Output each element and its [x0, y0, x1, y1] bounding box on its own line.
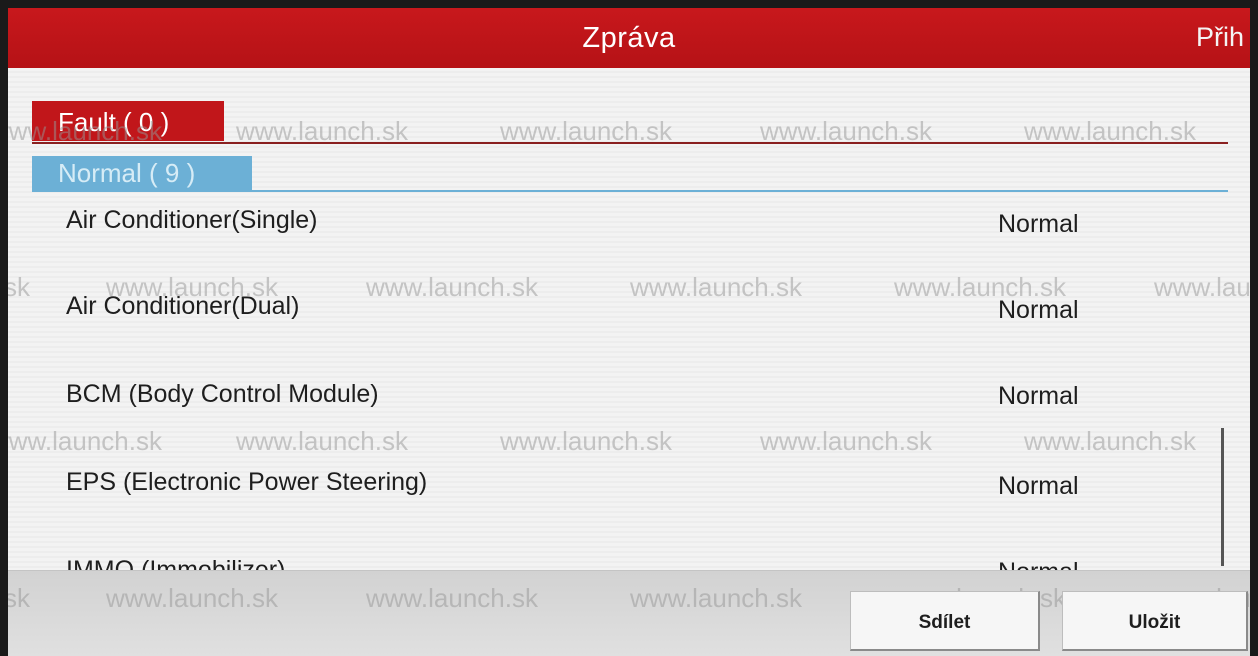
system-status: Normal [998, 558, 1079, 570]
system-name: Air Conditioner(Single) [66, 206, 318, 234]
system-status: Normal [998, 210, 1079, 238]
list-item[interactable]: EPS (Electronic Power Steering) Normal [8, 468, 1208, 528]
fault-divider [32, 142, 1228, 144]
watermark: www.launch.sk [106, 583, 278, 613]
list-scrollbar[interactable] [1221, 428, 1224, 566]
system-status: Normal [998, 382, 1079, 410]
bottom-toolbar: www.launch.sk www.launch.sk www.launch.s… [8, 570, 1250, 656]
system-status: Normal [998, 296, 1079, 324]
system-name: Air Conditioner(Dual) [66, 292, 300, 320]
watermark: www.launch.sk [8, 583, 30, 613]
page-title: Zpráva [582, 22, 676, 54]
watermark: www.launch.sk [630, 583, 802, 613]
report-screen: Zpráva Přih Fault ( 0 ) Normal ( 9 ) Air… [8, 8, 1250, 656]
system-name: EPS (Electronic Power Steering) [66, 468, 428, 496]
login-link[interactable]: Přih [1196, 22, 1244, 53]
tab-fault[interactable]: Fault ( 0 ) [32, 101, 224, 141]
save-button[interactable]: Uložit [1062, 591, 1248, 651]
list-item[interactable]: Air Conditioner(Single) Normal [8, 206, 1208, 266]
system-list: Air Conditioner(Single) Normal Air Condi… [8, 192, 1250, 570]
system-name: BCM (Body Control Module) [66, 380, 379, 408]
tab-normal[interactable]: Normal ( 9 ) [32, 156, 252, 190]
list-item[interactable]: Air Conditioner(Dual) Normal [8, 292, 1208, 352]
list-item[interactable]: BCM (Body Control Module) Normal [8, 380, 1208, 440]
title-bar: Zpráva Přih [8, 8, 1250, 68]
list-item[interactable]: IMMO (Immobilizer) Normal [8, 556, 1208, 570]
system-name: IMMO (Immobilizer) [66, 556, 286, 570]
share-button[interactable]: Sdílet [850, 591, 1040, 651]
system-status: Normal [998, 472, 1079, 500]
watermark: www.launch.sk [366, 583, 538, 613]
